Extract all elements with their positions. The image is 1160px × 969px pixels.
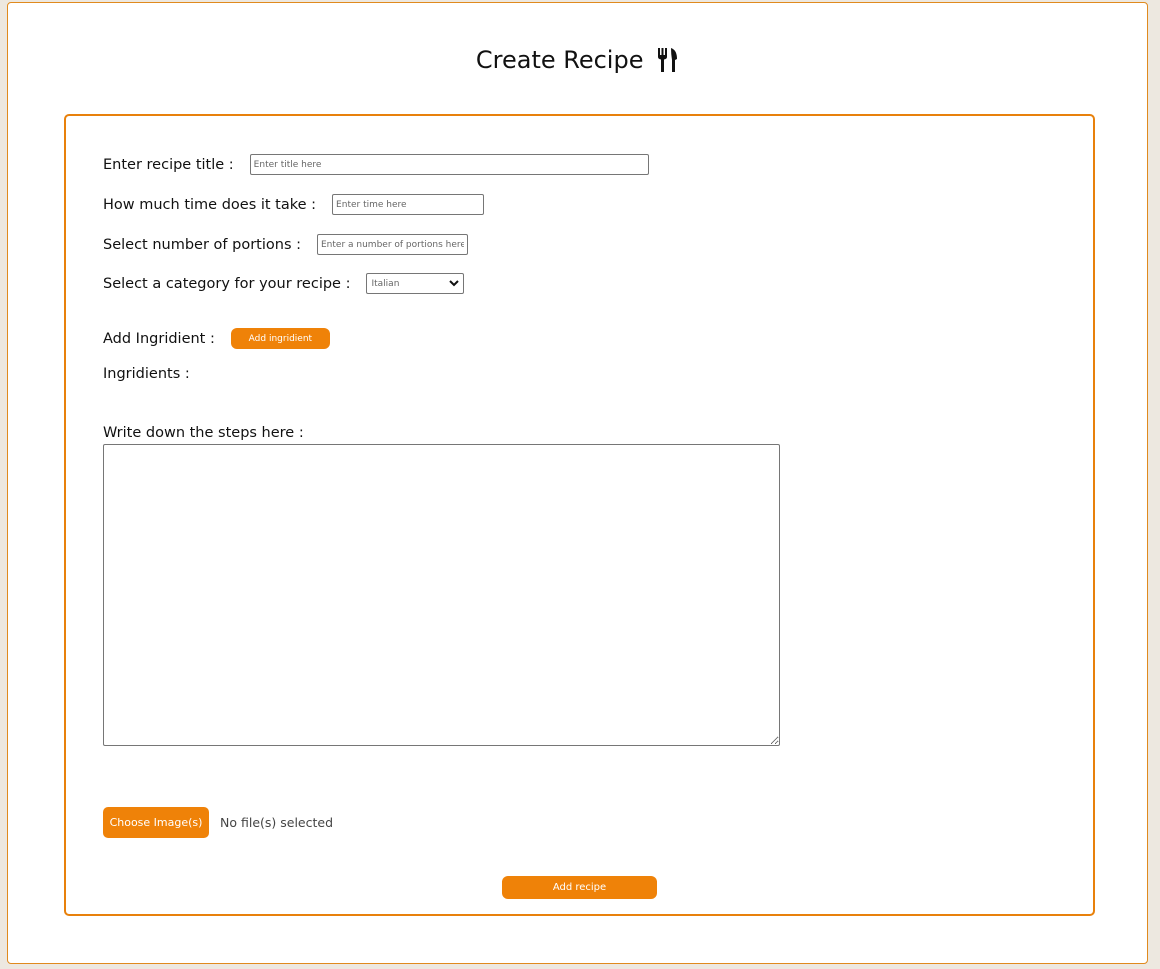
- steps-label: Write down the steps here :: [103, 425, 304, 441]
- portions-input[interactable]: [317, 234, 468, 255]
- page-title: Create Recipe: [475, 46, 644, 74]
- time-label: How much time does it take :: [103, 196, 317, 213]
- category-select[interactable]: Italian: [366, 273, 465, 294]
- choose-images-button[interactable]: Choose Image(s): [103, 807, 209, 838]
- file-status-text: No file(s) selected: [220, 815, 334, 830]
- recipe-form: Enter recipe title : How much time does …: [64, 114, 1095, 916]
- page-card: Create Recipe Enter recipe title : How m…: [7, 2, 1148, 964]
- title-input[interactable]: [249, 154, 649, 175]
- category-label: Select a category for your recipe :: [103, 275, 351, 292]
- time-input[interactable]: [332, 194, 485, 215]
- add-ingredient-label: Add Ingridient :: [103, 330, 215, 347]
- add-ingredient-button[interactable]: Add ingridient: [230, 328, 330, 349]
- category-selected-value: Italian: [371, 278, 400, 289]
- add-recipe-button[interactable]: Add recipe: [502, 876, 657, 899]
- title-row: Enter recipe title :: [103, 154, 649, 175]
- ingredients-label: Ingridients :: [103, 366, 190, 382]
- page-header: Create Recipe: [8, 45, 1147, 74]
- steps-textarea[interactable]: [103, 444, 780, 746]
- category-row: Select a category for your recipe : Ital…: [103, 273, 465, 294]
- chevron-down-icon: [449, 280, 460, 287]
- portions-row: Select number of portions :: [103, 234, 468, 255]
- fork-knife-icon: [658, 48, 678, 72]
- portions-label: Select number of portions :: [103, 236, 301, 253]
- image-upload-row: Choose Image(s) No file(s) selected: [103, 807, 333, 838]
- steps-label-row: Write down the steps here :: [103, 425, 304, 441]
- ingredients-row: Ingridients :: [103, 366, 190, 382]
- title-label: Enter recipe title :: [103, 156, 234, 173]
- time-row: How much time does it take :: [103, 194, 485, 215]
- add-ingredient-row: Add Ingridient : Add ingridient: [103, 328, 330, 349]
